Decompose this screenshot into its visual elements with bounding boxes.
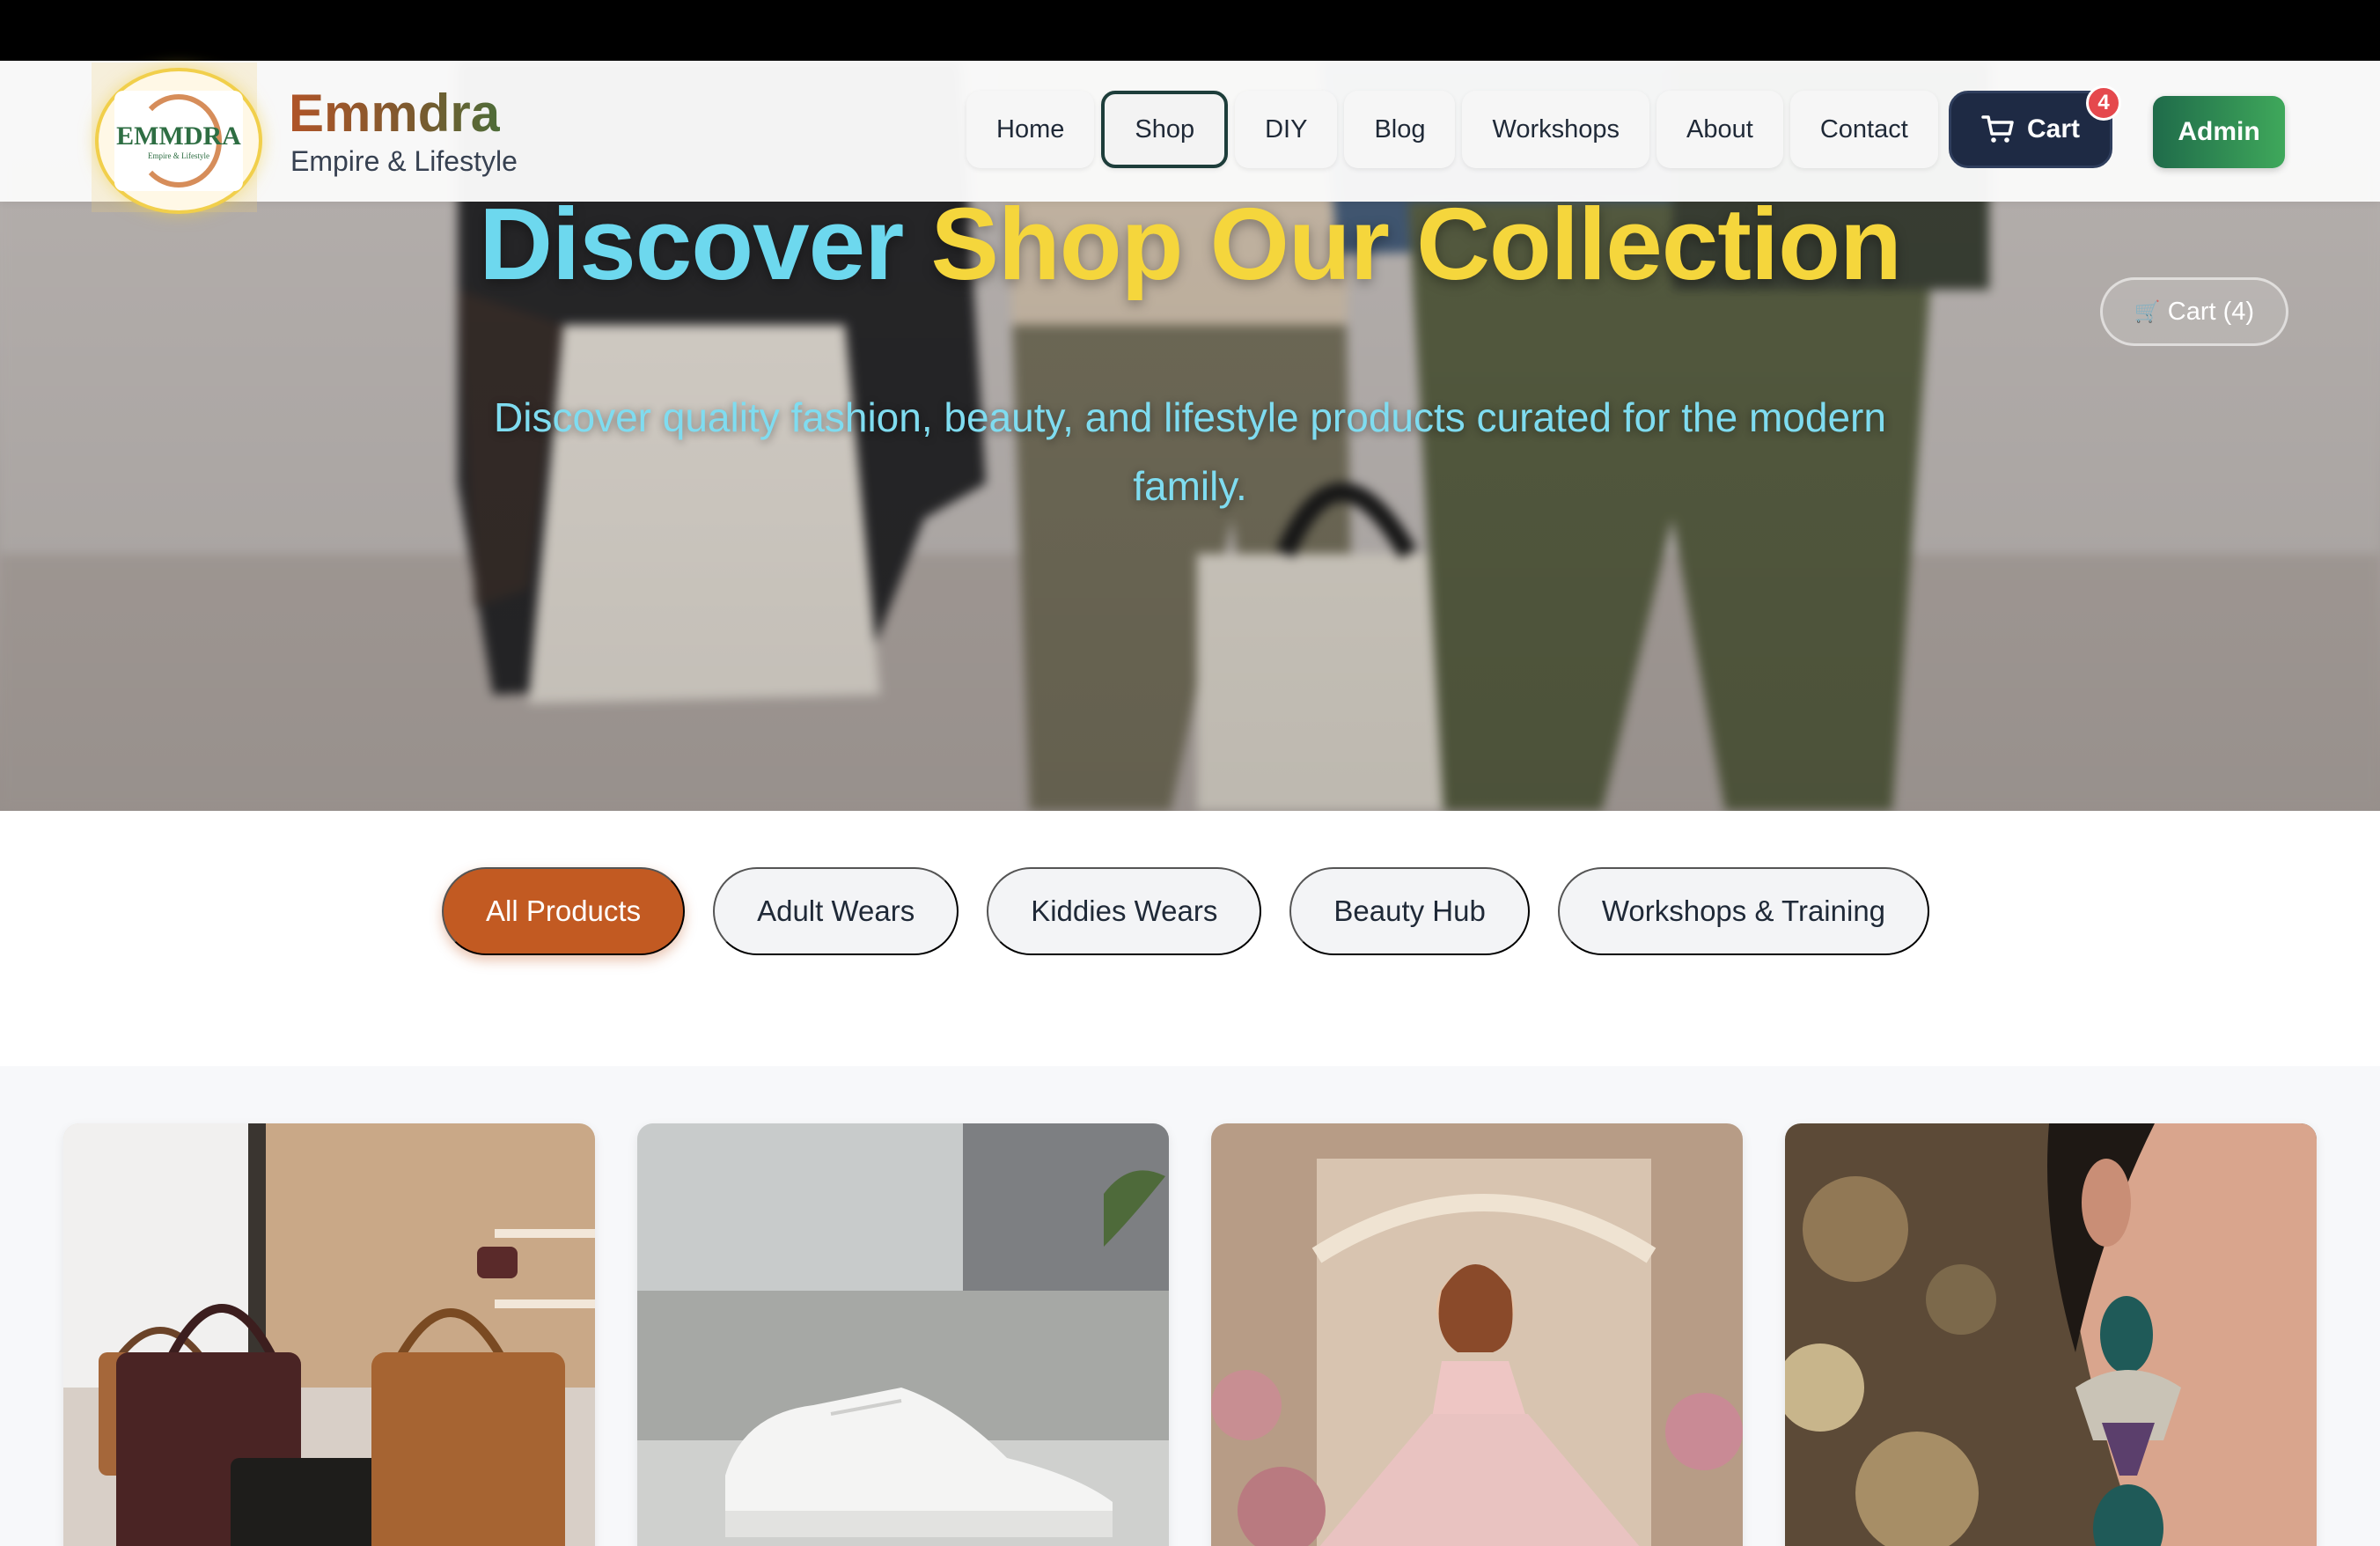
hero-title-discover: Discover xyxy=(479,187,904,301)
app-root: Discover Shop Our Collection Discover qu… xyxy=(0,0,2380,1546)
logo-subtext: Empire & Lifestyle xyxy=(148,151,209,160)
category-pill-row: All Products Adult Wears Kiddies Wears B… xyxy=(442,867,1930,955)
nav-link-workshops[interactable]: Workshops xyxy=(1462,91,1650,168)
product-card[interactable] xyxy=(637,1123,1169,1546)
site-header: EMMDRA Empire & Lifestyle Emmdra Empire … xyxy=(0,61,2380,214)
product-card[interactable] xyxy=(1785,1123,2317,1546)
product-grid xyxy=(0,1066,2380,1546)
product-image-jeweled-earring xyxy=(1785,1123,2317,1546)
main-navigation: Home Shop DIY Blog Workshops About Conta… xyxy=(966,91,1938,172)
nav-link-home[interactable]: Home xyxy=(966,91,1095,168)
nav-link-blog[interactable]: Blog xyxy=(1344,91,1456,168)
product-image-handbags xyxy=(63,1123,595,1546)
logo-mark: EMMDRA Empire & Lifestyle xyxy=(114,91,243,191)
logo-badge: EMMDRA Empire & Lifestyle xyxy=(95,68,262,214)
hero-subtitle: Discover quality fashion, beauty, and li… xyxy=(494,394,1886,509)
product-card[interactable] xyxy=(1211,1123,1743,1546)
filter-all-products[interactable]: All Products xyxy=(442,867,686,955)
product-image-white-sneakers xyxy=(637,1123,1169,1546)
hero-cart-label: Cart (4) xyxy=(2167,297,2255,326)
filter-beauty-hub[interactable]: Beauty Hub xyxy=(1289,867,1530,955)
brand-name[interactable]: Emmdra xyxy=(289,82,500,145)
browser-top-bar xyxy=(0,0,2380,61)
nav-cart-label: Cart xyxy=(2026,114,2080,144)
nav-link-shop[interactable]: Shop xyxy=(1101,91,1229,168)
cart-icon: 🛒 xyxy=(2134,299,2161,324)
filter-kiddies-wears[interactable]: Kiddies Wears xyxy=(987,867,1262,955)
hero-title-collection: Shop Our Collection xyxy=(930,187,1901,301)
category-filters: All Products Adult Wears Kiddies Wears B… xyxy=(0,811,2380,1066)
logo[interactable]: EMMDRA Empire & Lifestyle xyxy=(92,61,262,214)
hero-cart-button[interactable]: 🛒 Cart (4) xyxy=(2100,277,2288,346)
brand-tagline: Empire & Lifestyle xyxy=(290,145,518,177)
product-image-girl-pink-dress xyxy=(1211,1123,1743,1546)
product-card[interactable] xyxy=(63,1123,595,1546)
nav-link-contact[interactable]: Contact xyxy=(1789,91,1938,168)
filter-adult-wears[interactable]: Adult Wears xyxy=(713,867,959,955)
nav-link-about[interactable]: About xyxy=(1656,91,1783,168)
shopping-cart-icon xyxy=(1981,115,2014,143)
nav-link-diy[interactable]: DIY xyxy=(1235,91,1338,168)
cart-count-badge: 4 xyxy=(2086,85,2121,121)
logo-text: EMMDRA xyxy=(116,121,241,151)
hero-title: Discover Shop Our Collection xyxy=(0,191,2380,297)
admin-button[interactable]: Admin xyxy=(2153,96,2285,168)
filter-workshops-training[interactable]: Workshops & Training xyxy=(1557,867,1930,955)
